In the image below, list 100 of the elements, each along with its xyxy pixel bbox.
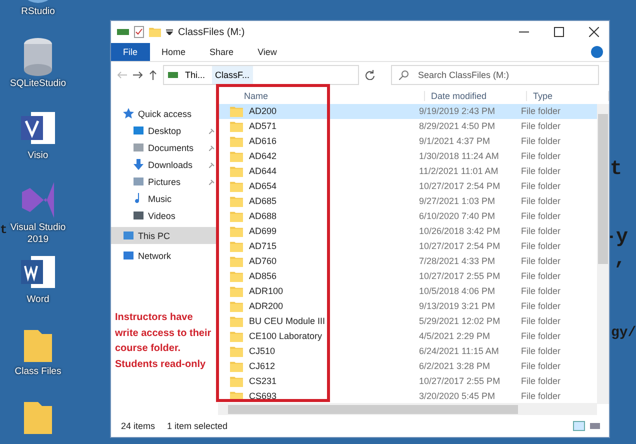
forward-arrow-icon[interactable] [133, 71, 143, 79]
horizontal-scrollbar[interactable] [218, 403, 597, 415]
nav-item[interactable]: Pictures [111, 173, 218, 190]
file-row[interactable]: CE100 Laboratory 4/5/2021 2:29 PM File folder [218, 328, 597, 344]
search-field[interactable]: Search ClassFiles (M:) [391, 65, 599, 85]
folder-icon [230, 256, 243, 267]
date-cell-text: 9/27/2021 1:03 PM [419, 196, 496, 206]
file-row[interactable]: AD685 9/27/2021 1:03 PM File folder [218, 194, 597, 209]
file-row[interactable]: AD200 9/19/2019 2:43 PM File folder [218, 104, 597, 119]
file-row[interactable]: AD644 11/2/2021 11:01 AM File folder [218, 164, 597, 179]
file-name: AD760 [249, 256, 277, 266]
maximize-icon [554, 27, 564, 37]
file-row[interactable]: CJ510 6/24/2021 11:15 AM File folder [218, 344, 597, 359]
desktop-icon-label[interactable]: Visio [28, 150, 48, 162]
folder-icon [230, 286, 243, 297]
folder-icon [230, 106, 243, 117]
desktop-icon-label[interactable]: Visual Studio 2019 [7, 222, 69, 246]
file-row[interactable]: CS231 10/27/2017 2:55 PM File folder [218, 374, 597, 389]
type-cell-text: File folder [521, 106, 562, 116]
type-cell-text: File folder [521, 196, 562, 206]
date-cell-text: 4/5/2021 2:29 PM [419, 331, 492, 342]
type-cell-text: File folder [521, 166, 562, 176]
column-header[interactable]: Date modified [425, 90, 527, 101]
breadcrumb[interactable]: Thi... [182, 66, 208, 84]
date-cell-text: 9/1/2021 4:37 PM [419, 136, 492, 146]
file-name: AD715 [249, 241, 277, 252]
date-cell-text: 6/24/2021 11:15 AM [419, 346, 500, 356]
file-name: BU CEU Module III [249, 316, 326, 326]
file-row[interactable]: AD699 10/26/2018 3:42 PM File folder [218, 224, 597, 239]
date-cell-text: 10/27/2017 2:55 PM [419, 376, 502, 386]
folder-icon [230, 180, 243, 192]
column-header[interactable]: Type [527, 90, 609, 101]
file-row[interactable]: AD688 6/10/2020 7:40 PM File folder [218, 208, 597, 224]
down-arrow-icon [133, 159, 144, 170]
nav-item[interactable]: This PC [111, 227, 218, 244]
date-cell-text: 8/29/2021 4:50 PM [419, 121, 496, 132]
file-name: AD200 [249, 106, 277, 116]
desktop-icon-label[interactable]: Word [26, 294, 50, 306]
ribbon-tab[interactable]: View [246, 43, 289, 61]
type-cell-text: File folder [521, 271, 562, 282]
desktop-icon-label[interactable]: Class Files [14, 366, 62, 378]
nav-item[interactable]: Desktop [111, 122, 218, 139]
type-cell-text: File folder [521, 121, 562, 132]
file-name: AD616 [249, 136, 277, 146]
date-cell-text: 10/27/2017 2:54 PM [419, 241, 502, 252]
database-icon[interactable] [21, 36, 55, 76]
nav-item[interactable]: Music [111, 190, 218, 207]
type-cell-text: File folder [521, 376, 562, 386]
date-cell-text: 9/19/2019 2:43 PM [419, 106, 496, 116]
file-row[interactable]: AD715 10/27/2017 2:54 PM File folder [218, 238, 597, 254]
nav-item[interactable]: Documents [111, 139, 218, 156]
type-cell-text: File folder [521, 301, 562, 312]
desktop-icon-label[interactable]: RStudio [21, 6, 55, 18]
file-row[interactable]: BU CEU Module III 5/29/2021 12:02 PM File folder [218, 314, 597, 329]
file-row[interactable]: AD616 9/1/2021 4:37 PM File folder [218, 134, 597, 149]
date-cell-text: 5/29/2021 12:02 PM [419, 316, 502, 326]
column-header[interactable]: Name [238, 90, 425, 101]
folder-icon [230, 360, 243, 372]
window-title: ClassFiles (M:) [178, 26, 246, 38]
file-row[interactable]: AD571 8/29/2021 4:50 PM File folder [218, 118, 597, 134]
vertical-scrollbar[interactable] [597, 104, 609, 404]
nav-item[interactable]: Downloads [111, 156, 218, 173]
date-cell-text: 11/2/2021 11:01 AM [419, 166, 500, 176]
file-name: ADR200 [249, 301, 284, 312]
file-menu-button[interactable]: File [111, 43, 150, 61]
desktop-icon-label[interactable]: SQLiteStudio [10, 78, 66, 90]
file-row[interactable]: CJ612 6/2/2021 3:28 PM File folder [218, 358, 597, 374]
nav-item[interactable]: Videos [111, 207, 218, 224]
file-row[interactable]: AD642 1/30/2018 11:24 AM File folder [218, 148, 597, 164]
type-cell-text: File folder [521, 361, 562, 372]
type-cell-text: File folder [521, 331, 562, 342]
file-row[interactable]: AD654 10/27/2017 2:54 PM File folder [218, 178, 597, 194]
date-cell-text: 6/2/2021 3:28 PM [419, 361, 492, 372]
file-row[interactable]: ADR100 10/5/2018 4:06 PM File folder [218, 284, 597, 299]
help-icon[interactable] [591, 46, 603, 58]
monitor-icon [133, 125, 144, 136]
file-row[interactable]: AD760 7/28/2021 4:33 PM File folder [218, 254, 597, 269]
folder-icon [230, 136, 243, 147]
background-text: , [614, 250, 626, 270]
type-cell-text: File folder [521, 391, 562, 402]
drive-icon [117, 27, 129, 37]
file-row[interactable]: AD856 10/27/2017 2:55 PM File folder [218, 268, 597, 284]
breadcrumb[interactable]: ClassF... [212, 66, 253, 84]
up-arrow-icon[interactable] [149, 70, 157, 80]
dropdown-icon[interactable] [166, 29, 173, 35]
file-row[interactable]: ADR200 9/13/2019 3:21 PM File folder [218, 298, 597, 314]
nav-item[interactable]: Network [111, 247, 218, 264]
ribbon-tab[interactable]: Home [150, 43, 198, 61]
nav-item[interactable]: Quick access [111, 105, 218, 122]
background-text: gy/ [611, 326, 636, 340]
file-row[interactable]: CS693 3/20/2020 5:45 PM File folder [218, 388, 597, 404]
folder-icon [230, 346, 243, 357]
refresh-icon[interactable] [365, 70, 375, 80]
background-text: t [0, 224, 8, 236]
ribbon-tab[interactable]: Share [198, 43, 246, 61]
properties-icon[interactable] [134, 26, 144, 38]
type-cell-text: File folder [521, 241, 562, 252]
address-bar[interactable]: Thi... ClassF... [163, 65, 359, 85]
date-cell-text: 9/13/2019 3:21 PM [419, 301, 496, 312]
thumbnail-view-icon[interactable] [589, 421, 601, 431]
